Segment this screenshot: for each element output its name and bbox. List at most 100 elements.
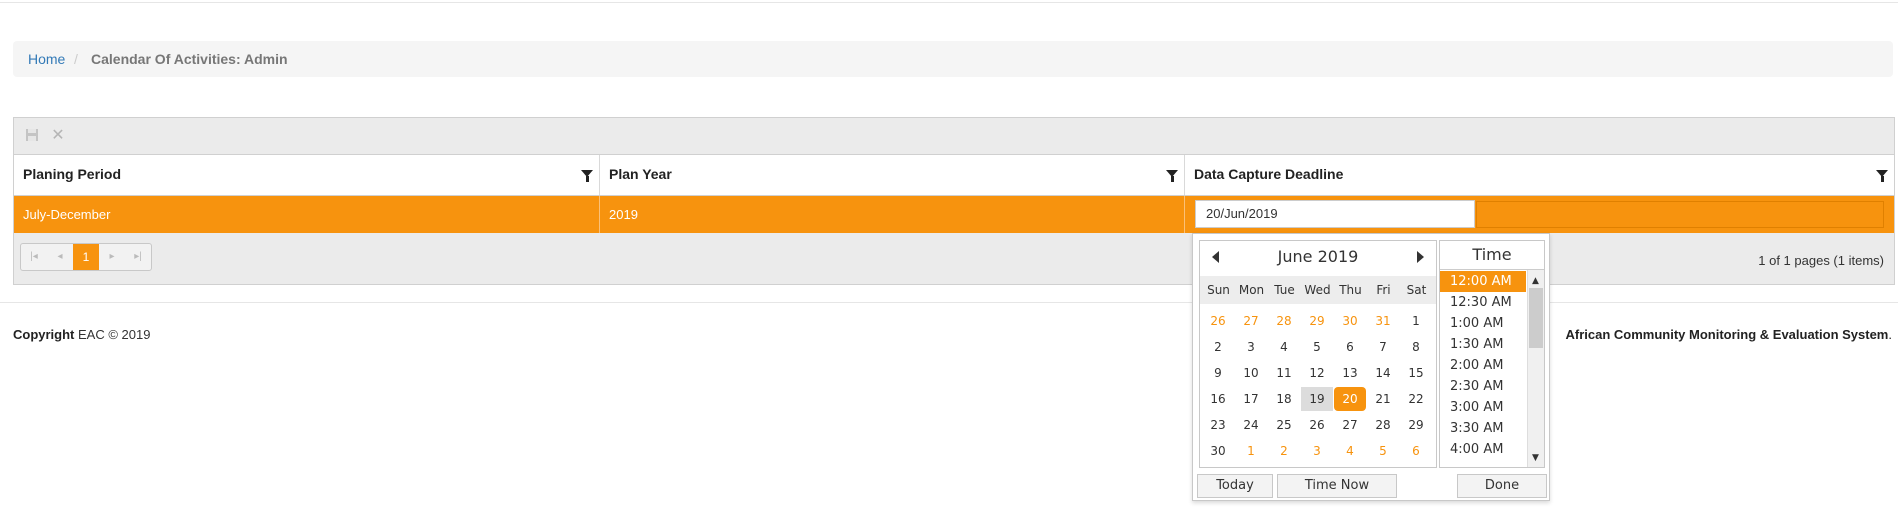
last-page-icon[interactable]: ▸| bbox=[125, 244, 151, 270]
column-header-planing-period[interactable]: Planing Period bbox=[14, 155, 600, 195]
calendar-day[interactable]: 30 bbox=[1334, 309, 1366, 333]
time-now-button[interactable]: Time Now bbox=[1277, 474, 1397, 498]
time-option[interactable]: 4:00 AM bbox=[1440, 439, 1526, 460]
copyright-label: Copyright bbox=[13, 327, 75, 342]
deadline-editor-area[interactable] bbox=[1476, 201, 1884, 228]
activities-grid: ✕ Planing Period Plan Year Data Capture … bbox=[13, 117, 1895, 285]
scroll-thumb[interactable] bbox=[1529, 288, 1543, 348]
time-option[interactable]: 2:30 AM bbox=[1440, 376, 1526, 397]
calendar-day[interactable]: 10 bbox=[1235, 361, 1267, 385]
calendar-day[interactable]: 11 bbox=[1268, 361, 1300, 385]
calendar-day[interactable]: 1 bbox=[1235, 439, 1267, 463]
calendar-day[interactable]: 29 bbox=[1400, 413, 1432, 437]
time-option[interactable]: 2:00 AM bbox=[1440, 355, 1526, 376]
calendar-day[interactable]: 2 bbox=[1268, 439, 1300, 463]
calendar-day[interactable]: 15 bbox=[1400, 361, 1432, 385]
calendar-day[interactable]: 7 bbox=[1367, 335, 1399, 359]
column-label: Planing Period bbox=[23, 166, 122, 182]
time-title: Time bbox=[1440, 241, 1544, 270]
done-button[interactable]: Done bbox=[1457, 474, 1547, 498]
grid-header: Planing Period Plan Year Data Capture De… bbox=[14, 155, 1894, 196]
calendar-day[interactable]: 27 bbox=[1334, 413, 1366, 437]
calendar-day[interactable]: 26 bbox=[1301, 413, 1333, 437]
calendar-day[interactable]: 14 bbox=[1367, 361, 1399, 385]
time-option[interactable]: 12:00 AM bbox=[1440, 271, 1526, 292]
filter-icon[interactable] bbox=[1876, 170, 1888, 182]
calendar-day[interactable]: 12 bbox=[1301, 361, 1333, 385]
weekday-label: Mon bbox=[1238, 283, 1265, 297]
weekday-label: Wed bbox=[1304, 283, 1331, 297]
calendar-day[interactable]: 23 bbox=[1202, 413, 1234, 437]
weekday-label: Sun bbox=[1207, 283, 1230, 297]
scroll-up-icon[interactable]: ▲ bbox=[1532, 276, 1539, 286]
time-list[interactable]: 12:00 AM 12:30 AM 1:00 AM 1:30 AM 2:00 AM 2:3… bbox=[1440, 270, 1526, 467]
calendar-day[interactable]: 26 bbox=[1202, 309, 1234, 333]
breadcrumb-home-link[interactable]: Home bbox=[28, 41, 65, 77]
calendar-day[interactable]: 9 bbox=[1202, 361, 1234, 385]
footer-system-name: African Community Monitoring & Evaluatio… bbox=[1566, 327, 1893, 342]
scroll-down-icon[interactable]: ▼ bbox=[1532, 453, 1539, 463]
time-option[interactable]: 1:30 AM bbox=[1440, 334, 1526, 355]
grid-toolbar: ✕ bbox=[14, 118, 1894, 155]
calendar-day[interactable]: 5 bbox=[1367, 439, 1399, 463]
next-page-icon[interactable]: ▸ bbox=[99, 244, 125, 270]
calendar-day[interactable]: 8 bbox=[1400, 335, 1432, 359]
today-button[interactable]: Today bbox=[1197, 474, 1273, 498]
calendar-day[interactable]: 16 bbox=[1202, 387, 1234, 411]
calendar-day[interactable]: 25 bbox=[1268, 413, 1300, 437]
weekday-label: Tue bbox=[1274, 283, 1295, 297]
save-icon[interactable] bbox=[24, 128, 40, 144]
column-header-data-capture-deadline[interactable]: Data Capture Deadline bbox=[1185, 155, 1894, 195]
calendar-day[interactable]: 1 bbox=[1400, 309, 1432, 333]
calendar-day[interactable]: 28 bbox=[1367, 413, 1399, 437]
calendar-day[interactable]: 13 bbox=[1334, 361, 1366, 385]
calendar-day[interactable]: 21 bbox=[1367, 387, 1399, 411]
prev-page-icon[interactable]: ◂ bbox=[47, 244, 73, 270]
calendar-day[interactable]: 19 bbox=[1301, 387, 1333, 411]
column-label: Plan Year bbox=[609, 166, 672, 182]
calendar-day[interactable]: 27 bbox=[1235, 309, 1267, 333]
calendar-day[interactable]: 29 bbox=[1301, 309, 1333, 333]
calendar-day[interactable]: 28 bbox=[1268, 309, 1300, 333]
calendar-header: June 2019 bbox=[1200, 241, 1436, 271]
calendar-day[interactable]: 3 bbox=[1235, 335, 1267, 359]
calendar-day[interactable]: 5 bbox=[1301, 335, 1333, 359]
filter-icon[interactable] bbox=[1166, 170, 1178, 182]
page-number-button[interactable]: 1 bbox=[73, 244, 99, 270]
time-option[interactable]: 1:00 AM bbox=[1440, 313, 1526, 334]
calendar-day[interactable]: 31 bbox=[1367, 309, 1399, 333]
calendar-day[interactable]: 6 bbox=[1334, 335, 1366, 359]
time-option[interactable]: 3:30 AM bbox=[1440, 418, 1526, 439]
calendar-day[interactable]: 3 bbox=[1301, 439, 1333, 463]
filter-icon[interactable] bbox=[581, 170, 593, 182]
calendar-day[interactable]: 20 bbox=[1334, 387, 1366, 411]
close-icon[interactable]: ✕ bbox=[50, 128, 66, 144]
copyright-text: EAC © 2019 bbox=[78, 327, 151, 342]
time-picker: Time 12:00 AM 12:30 AM 1:00 AM 1:30 AM 2:00 … bbox=[1439, 240, 1545, 468]
time-option[interactable]: 12:30 AM bbox=[1440, 292, 1526, 313]
calendar-day[interactable]: 4 bbox=[1334, 439, 1366, 463]
time-option[interactable]: 3:00 AM bbox=[1440, 397, 1526, 418]
deadline-date-input[interactable]: 20/Jun/2019 bbox=[1195, 200, 1475, 228]
column-label: Data Capture Deadline bbox=[1194, 166, 1344, 182]
calendar-day[interactable]: 22 bbox=[1400, 387, 1432, 411]
system-name: African Community Monitoring & Evaluatio… bbox=[1565, 327, 1889, 342]
calendar-day[interactable]: 4 bbox=[1268, 335, 1300, 359]
next-month-icon[interactable] bbox=[1417, 251, 1424, 263]
calendar-day[interactable]: 17 bbox=[1235, 387, 1267, 411]
calendar-day[interactable]: 6 bbox=[1400, 439, 1432, 463]
calendar-day[interactable]: 30 bbox=[1202, 439, 1234, 463]
cell-planing-period[interactable]: July-December bbox=[14, 196, 600, 233]
calendar-day[interactable]: 2 bbox=[1202, 335, 1234, 359]
time-scrollbar[interactable]: ▲ ▼ bbox=[1527, 270, 1544, 467]
weekday-label: Sat bbox=[1406, 283, 1427, 297]
calendar-month-title[interactable]: June 2019 bbox=[1200, 247, 1436, 266]
calendar-day[interactable]: 24 bbox=[1235, 413, 1267, 437]
weekday-label: Fri bbox=[1376, 283, 1391, 297]
calendar-day[interactable]: 18 bbox=[1268, 387, 1300, 411]
grid-pager: |◂ ◂ 1 ▸ ▸| 1 of 1 pages (1 items) bbox=[14, 234, 1894, 284]
first-page-icon[interactable]: |◂ bbox=[21, 244, 47, 270]
column-header-plan-year[interactable]: Plan Year bbox=[600, 155, 1185, 195]
footer-copyright: Copyright EAC © 2019 bbox=[13, 327, 150, 342]
cell-plan-year[interactable]: 2019 bbox=[600, 196, 1185, 233]
